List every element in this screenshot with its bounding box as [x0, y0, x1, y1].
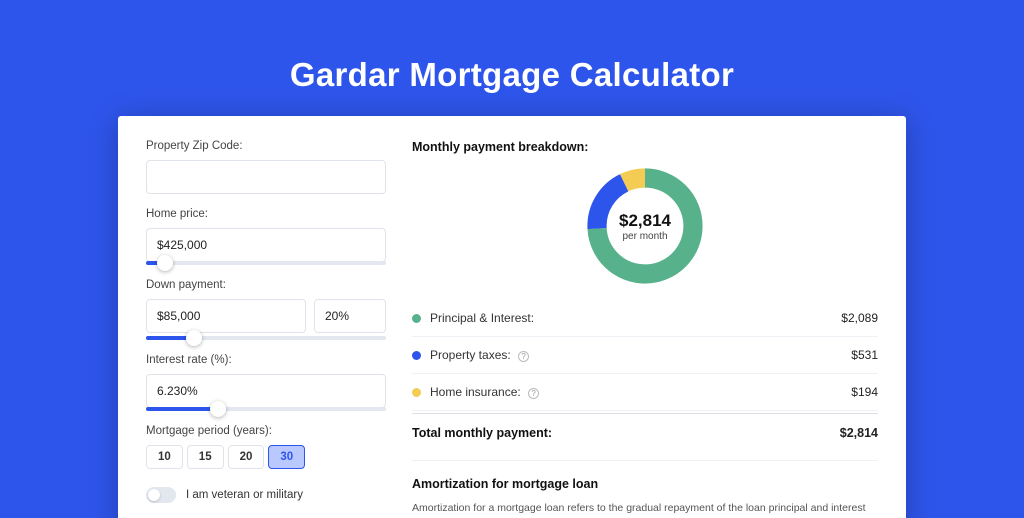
- field-zip: Property Zip Code:: [146, 140, 386, 194]
- legend-value: $531: [851, 348, 878, 362]
- veteran-label: I am veteran or military: [186, 489, 303, 501]
- zip-label: Property Zip Code:: [146, 140, 386, 152]
- legend-label-text: Property taxes:: [430, 348, 511, 362]
- interest-rate-label: Interest rate (%):: [146, 354, 386, 366]
- field-interest-rate: Interest rate (%):: [146, 354, 386, 411]
- legend-dot-icon: [412, 314, 421, 323]
- mortgage-period-label: Mortgage period (years):: [146, 425, 386, 437]
- donut-center-sub: per month: [622, 231, 667, 242]
- period-option-20[interactable]: 20: [228, 445, 265, 469]
- breakdown-panel: Monthly payment breakdown: $2,814 per mo…: [412, 140, 878, 518]
- legend-label: Home insurance: ?: [430, 385, 851, 399]
- down-payment-slider[interactable]: [146, 336, 386, 340]
- donut-center-amount: $2,814: [619, 211, 671, 231]
- donut-chart: $2,814 per month: [585, 166, 705, 286]
- period-option-10[interactable]: 10: [146, 445, 183, 469]
- page-title: Gardar Mortgage Calculator: [0, 0, 1024, 94]
- legend-dot-icon: [412, 388, 421, 397]
- legend-value: $2,089: [841, 311, 878, 325]
- amortization-section: Amortization for mortgage loan Amortizat…: [412, 460, 878, 518]
- down-payment-amount-input[interactable]: [146, 299, 306, 333]
- legend-label: Principal & Interest:: [430, 311, 841, 325]
- legend-label-text: Home insurance:: [430, 385, 521, 399]
- period-options: 10 15 20 30: [146, 445, 386, 469]
- input-panel: Property Zip Code: Home price: Down paym…: [146, 140, 386, 518]
- veteran-row: I am veteran or military: [146, 487, 386, 503]
- slider-thumb[interactable]: [186, 330, 202, 346]
- home-price-input[interactable]: [146, 228, 386, 262]
- calculator-card: Property Zip Code: Home price: Down paym…: [118, 116, 906, 518]
- period-option-15[interactable]: 15: [187, 445, 224, 469]
- down-payment-label: Down payment:: [146, 279, 386, 291]
- slider-thumb[interactable]: [210, 401, 226, 417]
- amortization-heading: Amortization for mortgage loan: [412, 477, 878, 491]
- home-price-label: Home price:: [146, 208, 386, 220]
- total-row: Total monthly payment: $2,814: [412, 413, 878, 440]
- legend-principal-interest: Principal & Interest: $2,089: [412, 300, 878, 337]
- field-mortgage-period: Mortgage period (years): 10 15 20 30: [146, 425, 386, 469]
- legend-value: $194: [851, 385, 878, 399]
- legend-dot-icon: [412, 351, 421, 360]
- down-payment-pct-input[interactable]: [314, 299, 386, 333]
- legend-home-insurance: Home insurance: ? $194: [412, 374, 878, 411]
- amortization-body: Amortization for a mortgage loan refers …: [412, 501, 878, 518]
- donut-chart-wrap: $2,814 per month: [412, 166, 878, 286]
- field-home-price: Home price:: [146, 208, 386, 265]
- breakdown-heading: Monthly payment breakdown:: [412, 140, 878, 154]
- info-icon[interactable]: ?: [518, 351, 529, 362]
- legend-label: Property taxes: ?: [430, 348, 851, 362]
- slider-thumb[interactable]: [157, 255, 173, 271]
- interest-rate-slider[interactable]: [146, 407, 386, 411]
- legend-property-taxes: Property taxes: ? $531: [412, 337, 878, 374]
- info-icon[interactable]: ?: [528, 388, 539, 399]
- period-option-30[interactable]: 30: [268, 445, 305, 469]
- zip-input[interactable]: [146, 160, 386, 194]
- field-down-payment: Down payment:: [146, 279, 386, 340]
- interest-rate-input[interactable]: [146, 374, 386, 408]
- total-value: $2,814: [840, 426, 878, 440]
- total-label: Total monthly payment:: [412, 426, 840, 440]
- veteran-toggle[interactable]: [146, 487, 176, 503]
- home-price-slider[interactable]: [146, 261, 386, 265]
